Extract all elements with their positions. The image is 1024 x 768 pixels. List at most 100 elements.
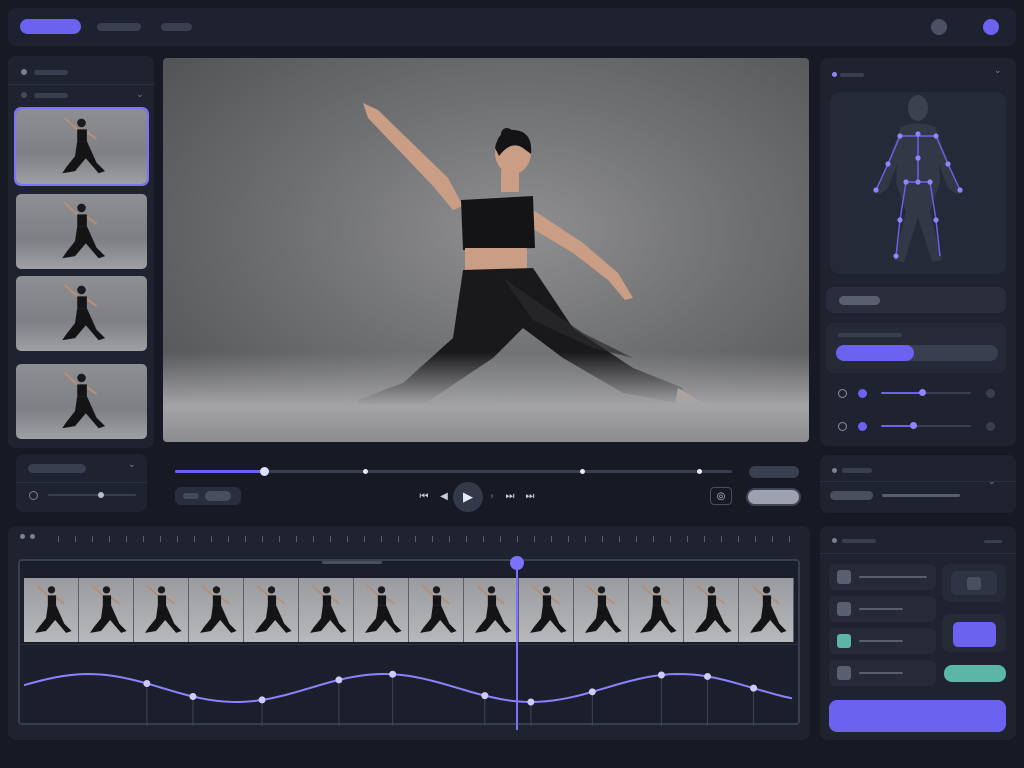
skip-forward-icon[interactable]: ⏭ [523,488,537,504]
clip-thumbnail[interactable] [14,107,149,186]
skeleton-joint[interactable] [903,179,909,185]
skeleton-joint[interactable] [933,133,939,139]
skeleton-joint[interactable] [927,179,933,185]
layer-row[interactable] [829,596,936,622]
ruler-tick [262,536,263,542]
export-button[interactable] [746,488,801,506]
ruler-tick [789,536,790,542]
timeline-frame[interactable] [189,578,244,642]
avatar-icon[interactable] [931,19,947,35]
apply-button[interactable] [829,700,1006,732]
timeline-frame-figure [145,584,182,633]
timeline-frame[interactable] [24,578,79,642]
scrub-marker[interactable] [363,469,369,474]
scrub-handle[interactable] [260,467,270,476]
param-reset-icon[interactable] [986,422,995,431]
skip-back-icon[interactable]: ⏮ [417,488,431,504]
layers-menu[interactable] [984,540,1002,543]
status-dot-icon[interactable] [983,19,999,35]
chevron-down-icon[interactable]: ⌄ [994,66,1002,76]
clip-thumbnail[interactable] [16,276,147,351]
clip-thumbnail[interactable] [16,194,147,269]
parameter-slider-row[interactable] [826,381,1006,405]
layer-row[interactable] [829,564,936,590]
timeline-scrollbar[interactable] [322,561,382,564]
ruler-tick [228,536,229,542]
timeline-frame[interactable] [409,578,464,642]
timeline-frame[interactable] [684,578,739,642]
layer-checkbox-icon[interactable] [837,634,851,648]
timeline-frame-figure [750,584,787,633]
param-knob[interactable] [909,422,917,429]
step-forward-icon[interactable]: ⏭ [503,488,517,504]
skeleton-joint[interactable] [945,161,951,167]
ruler-tick [772,536,773,542]
layer-checkbox-icon[interactable] [837,666,851,680]
skeleton-joint[interactable] [915,179,921,185]
skeleton-joint[interactable] [933,217,939,223]
timeline-frame[interactable] [739,578,794,642]
layer-checkbox-icon[interactable] [837,570,851,584]
chevron-down-icon[interactable]: ⌄ [988,477,996,487]
settings-dropdown[interactable] [28,464,86,473]
skeleton-joint[interactable] [897,217,903,223]
parameter-slider-row[interactable] [826,414,1006,438]
ruler-tick [92,536,93,542]
chevron-down-icon[interactable]: ⌄ [128,460,136,470]
timeline-frame[interactable] [464,578,519,642]
tab-2[interactable] [97,23,141,31]
playhead[interactable] [515,568,518,730]
scrub-marker[interactable] [580,469,586,474]
timeline-frame[interactable] [629,578,684,642]
timeline-frame[interactable] [244,578,299,642]
timeline-frame[interactable] [79,578,134,642]
clip-thumbnail[interactable] [16,364,147,439]
tab-3[interactable] [161,23,192,31]
skeleton-viewport[interactable] [830,92,1006,274]
step-back-icon[interactable]: ◀ [437,488,451,504]
timeline-frame[interactable] [354,578,409,642]
video-preview[interactable] [163,58,809,442]
skeleton-joint[interactable] [897,133,903,139]
skeleton-joint[interactable] [915,155,921,161]
layer-row[interactable] [829,628,936,654]
layer-row[interactable] [829,660,936,686]
skeleton-joint[interactable] [957,187,963,193]
skeleton-joint[interactable] [893,253,899,259]
skeleton-joint[interactable] [885,161,891,167]
scrub-marker[interactable] [696,469,702,474]
timeline-frame[interactable] [134,578,189,642]
blend-mode-field[interactable] [830,491,873,500]
ruler-tick [500,536,501,542]
ruler-tick [432,536,433,542]
view-option-1[interactable] [183,493,199,499]
time-display [749,466,799,478]
settings-slider-knob[interactable] [97,492,104,498]
skeleton-joint[interactable] [915,131,921,137]
playhead-handle[interactable] [509,556,524,570]
timeline-frame-figure [200,584,237,633]
timeline-frame[interactable] [574,578,629,642]
param-reset-icon[interactable] [986,389,995,398]
playback-controls: ⏮ ◀ ▶ › ⏭ ⏭ ◎ [163,455,809,517]
timeline-frame[interactable] [299,578,354,642]
tab-active[interactable] [20,19,81,34]
timeline-frame-figure [420,584,457,633]
layers-header-label [842,539,876,543]
radio-icon[interactable] [838,422,847,431]
timeline-frame[interactable] [519,578,574,642]
record-icon[interactable]: ◎ [710,487,732,505]
ruler-tick [619,536,620,542]
param-knob[interactable] [918,389,926,396]
settings-slider[interactable] [48,494,136,496]
accent-swatch-button[interactable] [953,622,996,647]
radio-icon[interactable] [838,389,847,398]
view-option-2[interactable] [205,491,231,501]
blend-amount-bar[interactable] [882,494,960,497]
play-icon[interactable]: ▶ [453,482,483,512]
skeleton-joint[interactable] [873,187,879,193]
step-forward-small-icon[interactable]: › [485,488,499,504]
layer-checkbox-icon[interactable] [837,602,851,616]
teal-toggle-button[interactable] [944,665,1006,682]
chevron-down-icon[interactable]: ⌄ [136,90,144,100]
